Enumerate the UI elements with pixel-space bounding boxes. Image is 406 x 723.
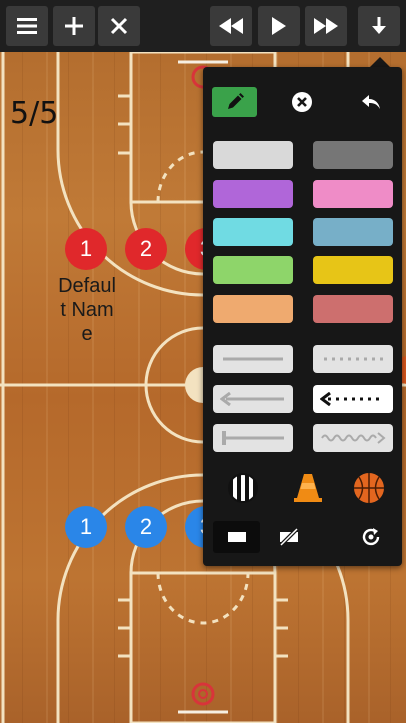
red-player-1-number: 1 xyxy=(79,236,93,261)
color-dark-gray[interactable] xyxy=(313,141,393,169)
color-cyan[interactable] xyxy=(213,218,293,246)
pencil-button[interactable] xyxy=(212,87,257,117)
close-circle-icon xyxy=(292,92,312,112)
play-icon xyxy=(272,17,286,35)
undo-button[interactable] xyxy=(356,89,386,115)
close-icon xyxy=(110,17,128,35)
color-steel-blue[interactable] xyxy=(313,218,393,246)
blue-player-1[interactable]: 1 xyxy=(65,506,107,548)
drawing-tools-panel xyxy=(203,67,402,566)
cone-button[interactable] xyxy=(290,470,326,506)
rectangle-icon xyxy=(227,532,246,542)
blue-player-2[interactable]: 2 xyxy=(125,506,167,548)
top-toolbar xyxy=(0,0,406,52)
color-purple[interactable] xyxy=(213,180,293,208)
color-light-gray[interactable] xyxy=(213,141,293,169)
menu-icon xyxy=(17,18,37,34)
player-name-label: Default Name xyxy=(58,275,116,345)
pencil-icon xyxy=(227,93,244,109)
red-player-2-number: 2 xyxy=(139,236,153,261)
add-frame-button[interactable] xyxy=(53,6,95,46)
referee-icon xyxy=(228,473,258,503)
line-style-arrow[interactable] xyxy=(213,385,293,413)
basketball-button[interactable] xyxy=(351,470,387,506)
solid-line-icon xyxy=(223,357,283,361)
line-style-screen[interactable] xyxy=(213,424,293,452)
clear-button[interactable] xyxy=(289,89,315,115)
undo-icon xyxy=(362,95,380,109)
basketball-icon xyxy=(354,473,384,503)
line-style-dotted[interactable] xyxy=(313,345,393,373)
red-player-1[interactable]: 1 xyxy=(65,228,107,270)
referee-button[interactable] xyxy=(225,470,261,506)
fast-forward-button[interactable] xyxy=(305,6,347,46)
wavy-arrow-line-icon xyxy=(321,432,386,444)
line-style-solid[interactable] xyxy=(213,345,293,373)
arrow-line-icon xyxy=(220,392,284,406)
color-rose[interactable] xyxy=(313,295,393,323)
blue-player-1-number: 1 xyxy=(79,514,93,539)
color-pink[interactable] xyxy=(313,180,393,208)
color-green[interactable] xyxy=(213,256,293,284)
no-fill-button[interactable] xyxy=(271,521,307,553)
frame-counter: 5/5 xyxy=(10,96,59,131)
red-player-2[interactable]: 2 xyxy=(125,228,167,270)
rewind-button[interactable] xyxy=(210,6,252,46)
plus-icon xyxy=(65,17,83,35)
delete-frame-button[interactable] xyxy=(98,6,140,46)
collapse-panel-button[interactable] xyxy=(358,6,400,46)
cone-icon xyxy=(294,474,322,502)
play-button[interactable] xyxy=(258,6,300,46)
blue-player-2-number: 2 xyxy=(139,514,153,539)
color-yellow[interactable] xyxy=(313,256,393,284)
screen-line-icon xyxy=(222,431,284,445)
line-style-wavy[interactable] xyxy=(313,424,393,452)
color-orange[interactable] xyxy=(213,295,293,323)
menu-button[interactable] xyxy=(6,6,48,46)
dotted-line-icon xyxy=(324,357,383,361)
reset-button[interactable] xyxy=(353,521,389,553)
reset-icon xyxy=(362,528,380,546)
line-style-dotted-arrow[interactable] xyxy=(313,385,393,413)
fast-forward-icon xyxy=(314,18,338,34)
dotted-arrow-line-icon xyxy=(320,392,384,406)
rectangle-tool-button[interactable] xyxy=(213,521,260,553)
rewind-icon xyxy=(219,18,243,34)
no-fill-icon xyxy=(279,528,299,546)
arrow-down-icon xyxy=(372,17,386,34)
